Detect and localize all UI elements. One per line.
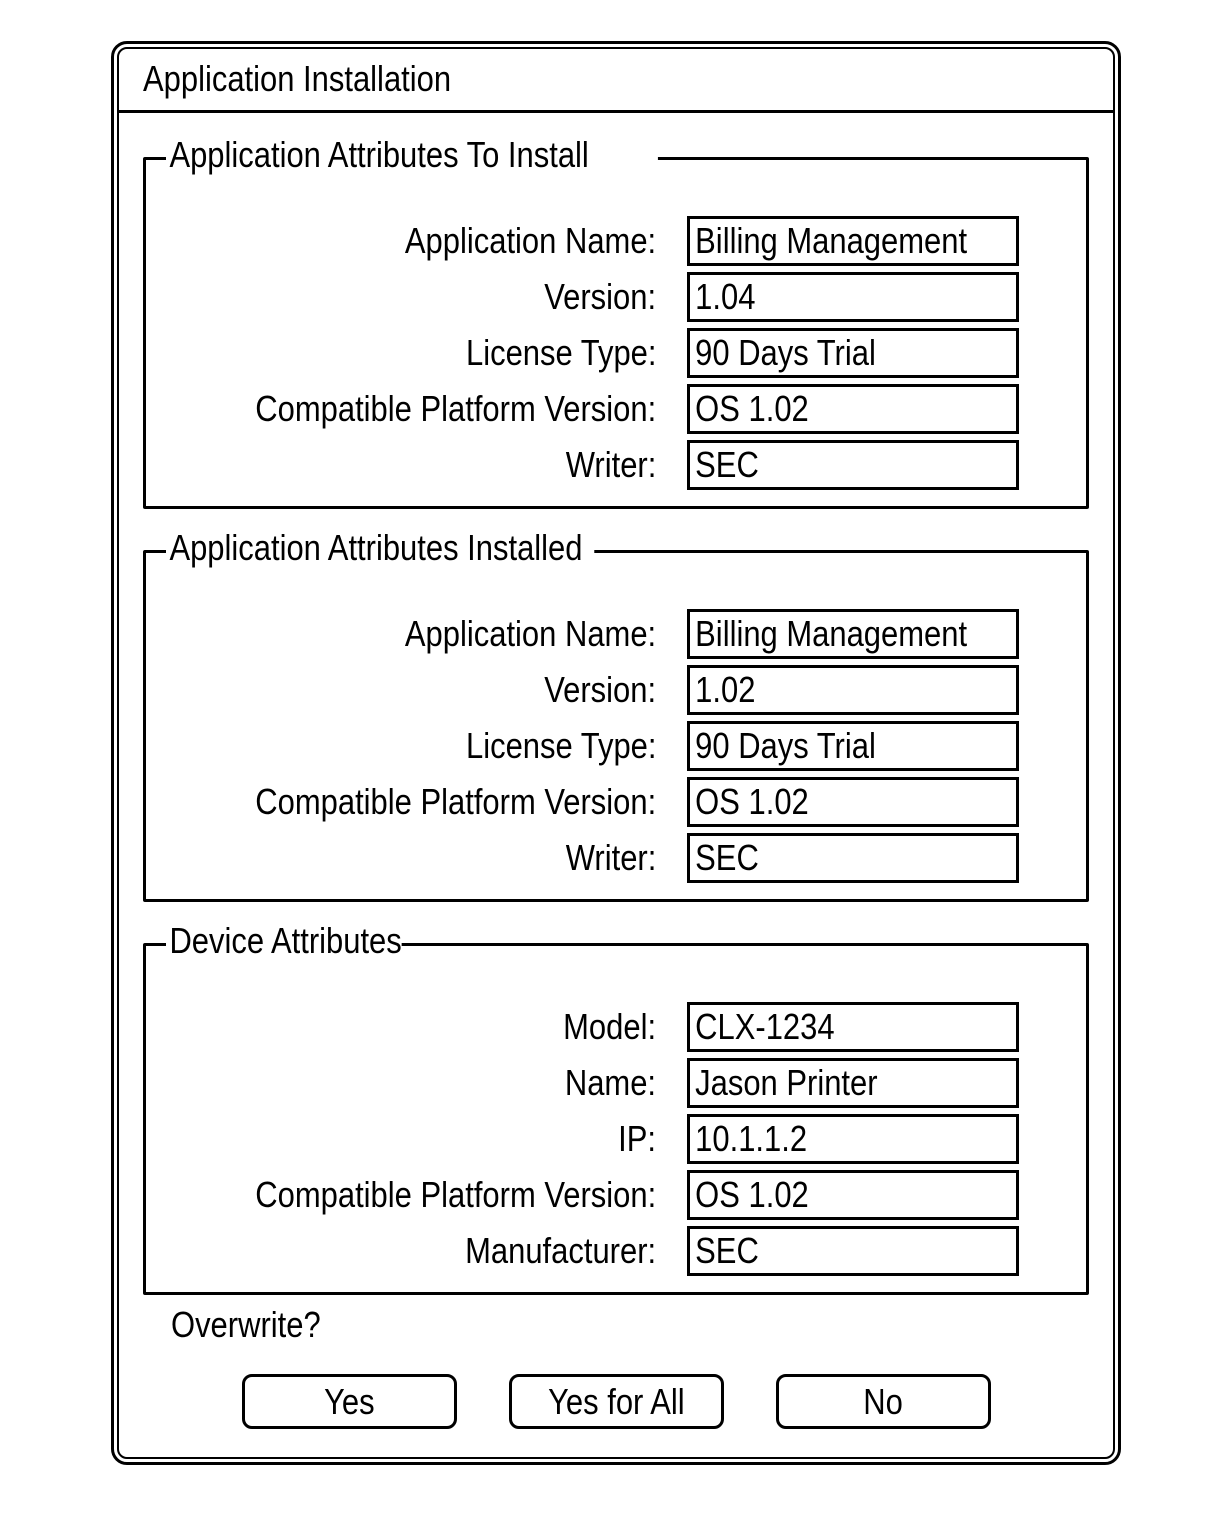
field-row-version: Version: 1.02 [146, 665, 1086, 715]
application-name-field[interactable]: Billing Management [687, 609, 1019, 659]
field-value: SEC [695, 444, 759, 485]
field-label: Compatible Platform Version: [255, 781, 656, 822]
field-row-name: Name: Jason Printer [146, 1058, 1086, 1108]
field-value: 10.1.1.2 [695, 1118, 808, 1159]
writer-field[interactable]: SEC [687, 440, 1019, 490]
group-legend: Application Attributes To Install [166, 132, 658, 178]
field-label: Compatible Platform Version: [255, 1174, 656, 1215]
field-value: OS 1.02 [695, 1174, 809, 1215]
field-row-application-name: Application Name: Billing Management [146, 216, 1086, 266]
field-value: Billing Management [695, 220, 968, 261]
field-value: 90 Days Trial [695, 725, 876, 766]
field-row-writer: Writer: SEC [146, 833, 1086, 883]
field-row-license-type: License Type: 90 Days Trial [146, 328, 1086, 378]
field-label: Version: [544, 276, 656, 317]
field-value: OS 1.02 [695, 781, 809, 822]
field-row-compatible-platform-version: Compatible Platform Version: OS 1.02 [146, 777, 1086, 827]
field-value: 1.04 [695, 276, 756, 317]
field-row-model: Model: CLX-1234 [146, 1002, 1086, 1052]
window-title: Application Installation [143, 58, 452, 99]
field-row-writer: Writer: SEC [146, 440, 1086, 490]
field-row-license-type: License Type: 90 Days Trial [146, 721, 1086, 771]
ip-field[interactable]: 10.1.1.2 [687, 1114, 1019, 1164]
group-device-attributes: Device Attributes Model: CLX-1234 Name: … [143, 918, 1089, 1295]
application-name-field[interactable]: Billing Management [687, 216, 1019, 266]
field-row-compatible-platform-version: Compatible Platform Version: OS 1.02 [146, 1170, 1086, 1220]
field-row-version: Version: 1.04 [146, 272, 1086, 322]
no-button[interactable]: No [776, 1374, 991, 1429]
field-label: Model: [563, 1006, 656, 1047]
field-value: 1.02 [695, 669, 756, 710]
field-row-compatible-platform-version: Compatible Platform Version: OS 1.02 [146, 384, 1086, 434]
field-value: SEC [695, 1230, 759, 1271]
yes-for-all-button[interactable]: Yes for All [509, 1374, 724, 1429]
device-name-field[interactable]: Jason Printer [687, 1058, 1019, 1108]
field-value: CLX-1234 [695, 1006, 835, 1047]
field-value: OS 1.02 [695, 388, 809, 429]
compatible-platform-version-field[interactable]: OS 1.02 [687, 1170, 1019, 1220]
yes-button[interactable]: Yes [242, 1374, 457, 1429]
field-label: Name: [564, 1062, 656, 1103]
field-label: Writer: [565, 837, 656, 878]
no-button-label: No [863, 1381, 904, 1422]
group-legend: Application Attributes Installed [166, 525, 595, 571]
field-label: License Type: [465, 332, 656, 373]
group-attributes-installed: Application Attributes Installed Applica… [143, 525, 1089, 902]
manufacturer-field[interactable]: SEC [687, 1226, 1019, 1276]
license-type-field[interactable]: 90 Days Trial [687, 328, 1019, 378]
field-row-manufacturer: Manufacturer: SEC [146, 1226, 1086, 1276]
writer-field[interactable]: SEC [687, 833, 1019, 883]
license-type-field[interactable]: 90 Days Trial [687, 721, 1019, 771]
field-label: Application Name: [404, 220, 656, 261]
group-attributes-to-install: Application Attributes To Install Applic… [143, 132, 1089, 509]
field-label: Application Name: [404, 613, 656, 654]
overwrite-prompt: Overwrite? [171, 1304, 321, 1345]
compatible-platform-version-field[interactable]: OS 1.02 [687, 777, 1019, 827]
version-field[interactable]: 1.02 [687, 665, 1019, 715]
field-label: Manufacturer: [464, 1230, 656, 1271]
yes-button-label: Yes [324, 1381, 375, 1422]
field-value: Billing Management [695, 613, 968, 654]
field-label: Compatible Platform Version: [255, 388, 656, 429]
field-label: License Type: [465, 725, 656, 766]
field-label: IP: [618, 1118, 656, 1159]
field-row-ip: IP: 10.1.1.2 [146, 1114, 1086, 1164]
compatible-platform-version-field[interactable]: OS 1.02 [687, 384, 1019, 434]
field-value: Jason Printer [695, 1062, 878, 1103]
field-label: Writer: [565, 444, 656, 485]
field-value: SEC [695, 837, 759, 878]
model-field[interactable]: CLX-1234 [687, 1002, 1019, 1052]
field-value: 90 Days Trial [695, 332, 876, 373]
group-legend: Device Attributes [166, 918, 402, 964]
field-label: Version: [544, 669, 656, 710]
version-field[interactable]: 1.04 [687, 272, 1019, 322]
field-row-application-name: Application Name: Billing Management [146, 609, 1086, 659]
yes-for-all-button-label: Yes for All [548, 1381, 685, 1422]
